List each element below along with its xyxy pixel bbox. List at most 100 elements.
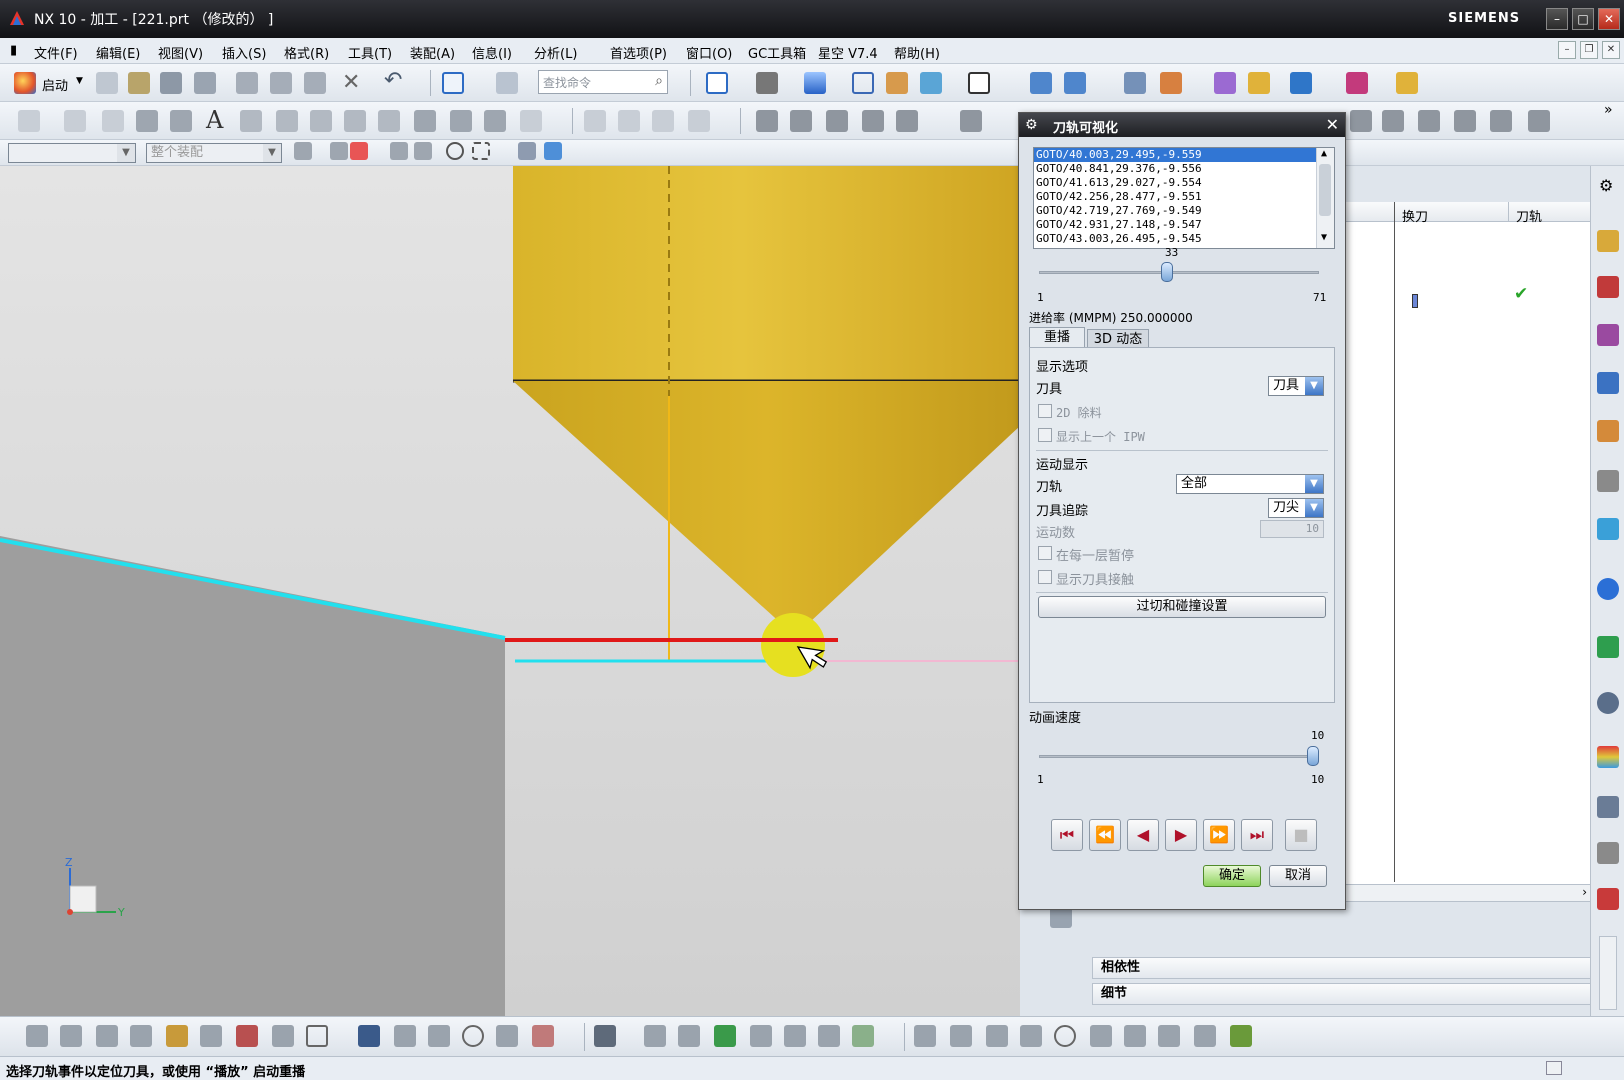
- line-op-icon[interactable]: [1090, 1025, 1112, 1047]
- print-icon[interactable]: [194, 72, 216, 94]
- play-reverse-button[interactable]: ◀: [1127, 819, 1159, 851]
- scroll-up-icon[interactable]: ▲: [1321, 148, 1327, 159]
- start-dropdown-icon[interactable]: ▼: [76, 76, 83, 86]
- block-icon[interactable]: [756, 110, 778, 132]
- extrude-icon[interactable]: [414, 110, 436, 132]
- reuse-library-icon[interactable]: [1597, 470, 1619, 492]
- type-filter-dropdown[interactable]: ▼: [8, 143, 136, 163]
- scroll-down-icon[interactable]: ▼: [1321, 232, 1327, 243]
- menu-preferences[interactable]: 首选项(P): [610, 43, 667, 62]
- copy-icon[interactable]: [270, 72, 292, 94]
- menu-gc-toolbox[interactable]: GC工具箱: [748, 43, 806, 62]
- constraint-nav-icon[interactable]: [1597, 276, 1619, 298]
- table-icon[interactable]: [1124, 72, 1146, 94]
- menu-assembly[interactable]: 装配(A): [410, 43, 455, 62]
- assembly-nav-icon[interactable]: [1597, 230, 1619, 252]
- mirror-icon[interactable]: [1418, 110, 1440, 132]
- feature-icon[interactable]: [714, 1025, 736, 1047]
- machine-nav-icon[interactable]: [1597, 420, 1619, 442]
- history-icon[interactable]: [1597, 636, 1619, 658]
- anim-speed-slider-thumb[interactable]: [1307, 746, 1319, 766]
- cancel-button[interactable]: 取消: [1269, 865, 1327, 887]
- create-operation-icon[interactable]: [166, 1025, 188, 1047]
- trim-icon[interactable]: [584, 110, 606, 132]
- line2-icon[interactable]: [64, 110, 86, 132]
- section-dependencies[interactable]: 相依性 ∨: [1092, 957, 1612, 979]
- mdi-restore-icon[interactable]: ❐: [1580, 41, 1598, 59]
- toolpath-dropdown[interactable]: 全部 ▼: [1176, 474, 1324, 494]
- goto-line[interactable]: GOTO/42.719,27.769,-9.549: [1034, 204, 1317, 218]
- line-icon[interactable]: [18, 110, 40, 132]
- layer-op-icon[interactable]: [986, 1025, 1008, 1047]
- pocket-icon[interactable]: [358, 1025, 380, 1047]
- arc-icon[interactable]: [102, 110, 124, 132]
- command-search[interactable]: 查找命令 ⌕: [538, 70, 668, 94]
- anim-speed-slider[interactable]: [1039, 755, 1319, 758]
- hook-icon[interactable]: [496, 1025, 518, 1047]
- fillet-icon[interactable]: [652, 110, 674, 132]
- surface-icon[interactable]: [170, 110, 192, 132]
- output-cls-icon[interactable]: [678, 1025, 700, 1047]
- delete-icon[interactable]: ✕: [342, 70, 360, 95]
- revolve-icon[interactable]: [450, 110, 472, 132]
- status-indicator-icon[interactable]: [1546, 1061, 1562, 1075]
- goto-line[interactable]: GOTO/40.841,29.376,-9.556: [1034, 162, 1317, 176]
- pattern-icon[interactable]: [310, 110, 332, 132]
- tab-3d-dynamic[interactable]: 3D 动态: [1087, 329, 1149, 349]
- gouge-collision-settings-button[interactable]: 过切和碰撞设置: [1038, 596, 1326, 618]
- tool-path-icon[interactable]: [950, 1025, 972, 1047]
- web-browser-icon[interactable]: [1597, 578, 1619, 600]
- cut-icon[interactable]: [236, 72, 258, 94]
- layer-icon[interactable]: [886, 72, 908, 94]
- hole-icon[interactable]: [484, 110, 506, 132]
- verify-icon[interactable]: [236, 1025, 258, 1047]
- circle-icon[interactable]: [462, 1025, 484, 1047]
- dialog-close-icon[interactable]: ✕: [1326, 115, 1339, 134]
- snap-point-icon[interactable]: [330, 142, 348, 160]
- edit-icon[interactable]: [1350, 110, 1372, 132]
- system-scene-icon[interactable]: [1597, 842, 1619, 864]
- settings-gear-icon[interactable]: ⚙: [1599, 176, 1613, 195]
- cylinder-icon[interactable]: [790, 110, 812, 132]
- measure-icon[interactable]: [1160, 72, 1182, 94]
- mdi-minimize-icon[interactable]: –: [1558, 41, 1576, 59]
- menu-window[interactable]: 窗口(O): [686, 43, 732, 62]
- menu-tools[interactable]: 工具(T): [348, 43, 392, 62]
- view-cube-icon[interactable]: [804, 72, 826, 94]
- scale-icon[interactable]: [1490, 110, 1512, 132]
- dialog-title-bar[interactable]: ⚙ 刀轨可视化 ✕: [1019, 113, 1345, 137]
- spring-icon[interactable]: [136, 110, 158, 132]
- transform-icon[interactable]: [428, 1025, 450, 1047]
- swap-icon[interactable]: [1528, 110, 1550, 132]
- create-program-icon[interactable]: [26, 1025, 48, 1047]
- goto-scrollbar[interactable]: ▲ ▼: [1316, 148, 1334, 248]
- clock-icon[interactable]: [1597, 692, 1619, 714]
- paste-op-icon[interactable]: [852, 1025, 874, 1047]
- view-icon[interactable]: [544, 142, 562, 160]
- operation-nav-icon[interactable]: [1597, 372, 1619, 394]
- simulate-icon[interactable]: [272, 1025, 294, 1047]
- col-toolpath[interactable]: 刀轨: [1516, 206, 1542, 225]
- goto-line[interactable]: GOTO/41.613,29.027,-9.554: [1034, 176, 1317, 190]
- offset-icon[interactable]: [1454, 110, 1476, 132]
- tab-replay[interactable]: 重播: [1029, 327, 1085, 349]
- menu-help[interactable]: 帮助(H): [894, 43, 940, 62]
- endpoint-icon[interactable]: [390, 142, 408, 160]
- menu-analysis[interactable]: 分析(L): [534, 43, 577, 62]
- sphere-icon[interactable]: [862, 110, 884, 132]
- hd3d-icon[interactable]: [1597, 518, 1619, 540]
- motion-slider[interactable]: [1039, 271, 1319, 274]
- section-icon[interactable]: [920, 72, 942, 94]
- goto-line[interactable]: GOTO/43.003,26.495,-9.545: [1034, 232, 1317, 246]
- create-geometry-icon[interactable]: [96, 1025, 118, 1047]
- checkbox-pause-each-level[interactable]: [1038, 546, 1052, 560]
- turn-icon[interactable]: [1230, 1025, 1252, 1047]
- center-op-icon[interactable]: [1054, 1025, 1076, 1047]
- shape-icon[interactable]: [240, 110, 262, 132]
- center-icon[interactable]: [446, 142, 464, 160]
- play-forward-button[interactable]: ▶: [1165, 819, 1197, 851]
- display-op-icon[interactable]: [1020, 1025, 1042, 1047]
- goto-list[interactable]: GOTO/40.003,29.495,-9.559 GOTO/40.841,29…: [1033, 147, 1335, 249]
- part-nav-icon[interactable]: [1597, 324, 1619, 346]
- goto-line[interactable]: GOTO/42.931,27.148,-9.547: [1034, 218, 1317, 232]
